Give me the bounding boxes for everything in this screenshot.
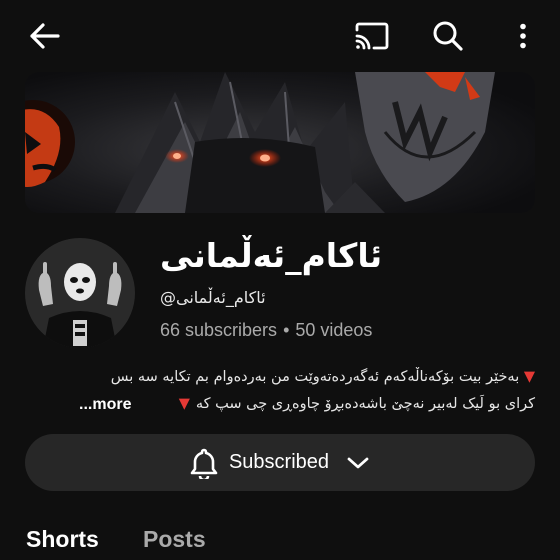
cast-icon [355,22,389,50]
description-line-2: ...more ▼ کرای بو لَیک لەبیر نەچێ باشەدە… [25,391,535,418]
bell-icon [190,448,218,479]
channel-avatar[interactable] [25,238,135,348]
avatar-image [25,238,135,348]
stats-separator: • [283,320,290,340]
chevron-down-icon [347,457,369,468]
tab-shorts[interactable]: Shorts [26,526,99,553]
more-link[interactable]: ...more [79,391,131,418]
video-count: 50 videos [295,320,373,340]
channel-handle: @ئاکام_ئەڵمانی [160,288,266,307]
channel-tabs: Shorts Posts [0,520,560,560]
red-triangle-icon: ▼ [523,369,535,385]
search-button[interactable] [426,16,470,56]
back-button[interactable] [22,16,66,56]
subscriber-count: 66 subscribers [160,320,278,340]
channel-banner [25,72,535,213]
channel-title: ئاکام_ئەڵمانی [160,236,383,275]
tab-posts[interactable]: Posts [143,526,206,553]
description-line-1: ▼ بەخێر بیت بۆکەناڵەکەم ئەگەردەتەوێت من … [25,364,535,391]
banner-artwork [25,72,535,213]
top-app-bar [0,0,560,70]
channel-description[interactable]: ▼ بەخێر بیت بۆکەناڵەکەم ئەگەردەتەوێت من … [25,364,535,418]
arrow-left-icon [30,23,60,49]
subscribed-label: Subscribed [228,451,330,473]
search-icon [433,21,463,51]
more-options-button[interactable] [506,16,540,56]
more-vertical-icon [520,23,526,49]
description-text-2: کرای بو لَیک لەبیر نەچێ باشەدەبڕۆ چاوەڕی… [195,396,535,412]
subscribed-button[interactable]: Subscribed [25,434,535,491]
cast-button[interactable] [350,16,394,56]
channel-stats: 66 subscribers • 50 videos [160,320,520,341]
red-triangle-icon: ▼ [178,396,190,412]
description-text-1: بەخێر بیت بۆکەناڵەکەم ئەگەردەتەوێت من بە… [110,369,520,385]
